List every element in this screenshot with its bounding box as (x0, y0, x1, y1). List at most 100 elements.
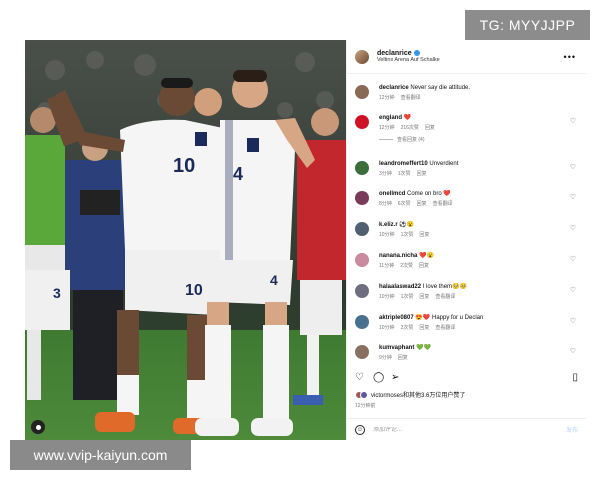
post-location[interactable]: Veltins Arena Auf Schalke (377, 57, 440, 63)
comment-avatar[interactable] (355, 284, 369, 298)
post-header: declanrice Veltins Arena Auf Schalke ••• (347, 40, 586, 74)
comment-time: 9分钟 (379, 355, 392, 361)
comment-text: 😍❤️ Happy for u Declan (415, 315, 484, 321)
comment-text: I love them🥺🥺 (422, 284, 467, 290)
likes-text[interactable]: victormoses和其他3.6万位用户赞了 (371, 390, 465, 399)
comment-avatar[interactable] (355, 345, 369, 359)
jersey-number-5: 3 (53, 285, 61, 301)
comment-time: 3分钟 (379, 171, 392, 177)
author-avatar[interactable] (355, 49, 369, 64)
jersey-number-2: 4 (233, 164, 243, 184)
comment-avatar[interactable] (355, 85, 369, 99)
heart-icon[interactable]: ♡ (570, 163, 576, 171)
more-options-button[interactable]: ••• (564, 52, 576, 62)
reply-button[interactable]: 回复 (425, 124, 435, 131)
comment-likes[interactable]: 216次赞 (401, 124, 419, 131)
comment-username[interactable]: leandromeffert10 (379, 161, 428, 167)
user-tag-icon[interactable] (31, 420, 45, 434)
comment-text: Come on bro ❤️ (407, 191, 451, 197)
comment-text: Unverdient (429, 161, 459, 167)
site-watermark: www.vvip-kaiyun.com (10, 440, 191, 470)
heart-icon[interactable]: ♡ (570, 117, 576, 125)
heart-icon[interactable]: ♡ (570, 347, 576, 355)
heart-icon[interactable]: ♡ (570, 255, 576, 263)
comment-time: 8分钟 (379, 201, 392, 207)
comment-row: k.eliz.r ⚽😮 10分钟 1次赞 回复 ♡ (355, 221, 578, 238)
comment-avatar[interactable] (355, 161, 369, 175)
comment-likes[interactable]: 1次赞 (401, 293, 414, 300)
comment-row: england ❤️ 12分钟 216次赞 回复 查看回复 (4) ♡ (355, 114, 578, 143)
comment-likes[interactable]: 6次赞 (398, 200, 411, 207)
reply-button[interactable]: 回复 (417, 170, 427, 177)
post-time: 12分钟前 (355, 403, 376, 409)
post-actions-bar: ♡ ◯ ➢ ▯ (355, 372, 578, 386)
likes-summary[interactable]: victormoses和其他3.6万位用户赞了 (355, 390, 578, 399)
comment-time: 12分钟 (379, 95, 395, 101)
comment-text: 💚💚 (416, 345, 431, 351)
comment-username[interactable]: onellmcd (379, 191, 405, 197)
comment-likes[interactable]: 1次赞 (401, 231, 414, 238)
translate-link[interactable]: 查看翻译 (435, 324, 455, 331)
emoji-icon[interactable]: ☺ (355, 424, 365, 435)
comment-likes[interactable]: 2次赞 (400, 262, 413, 269)
comment-username[interactable]: nanana.nicha (379, 253, 417, 259)
translate-link[interactable]: 查看翻译 (435, 293, 455, 300)
reply-button[interactable]: 回复 (398, 354, 408, 361)
comment-row: kumvaphant 💚💚 9分钟 回复 ♡ (355, 344, 578, 361)
jersey-number-1: 10 (173, 155, 195, 177)
verified-badge-icon (413, 50, 420, 57)
comment-icon[interactable]: ◯ (373, 372, 384, 384)
comment-avatar[interactable] (355, 191, 369, 205)
comment-text: ❤️😮 (419, 253, 434, 259)
comment-likes[interactable]: 1次赞 (398, 170, 411, 177)
comment-text: ❤️ (403, 115, 412, 121)
post-photo[interactable]: 3 10 10 4 4 (25, 40, 346, 440)
liker-avatar (360, 390, 368, 399)
comment-text: ⚽😮 (399, 222, 415, 228)
reply-button[interactable]: 回复 (419, 231, 429, 238)
players-celebration-image: 3 10 10 4 4 (25, 40, 346, 440)
comment-likes[interactable]: 2次赞 (401, 324, 414, 331)
view-replies-button[interactable]: 查看回复 (4) (379, 136, 578, 143)
comment-input[interactable] (373, 426, 566, 433)
instagram-post: 3 10 10 4 4 declanrice Veltins Arena Auf… (25, 40, 586, 440)
comment-username[interactable]: england (379, 115, 402, 121)
comment-row: onellmcd Come on bro ❤️ 8分钟 6次赞 回复 查看翻译 ♡ (355, 190, 578, 207)
comment-avatar[interactable] (355, 315, 369, 329)
send-icon[interactable]: ➢ (391, 372, 399, 384)
comment-time: 10分钟 (379, 325, 395, 331)
heart-icon[interactable]: ♡ (570, 193, 576, 201)
comment-username[interactable]: halaalaswad22 (379, 284, 421, 290)
comment-text: Never say die attitude. (410, 85, 471, 91)
heart-icon[interactable]: ♡ (355, 372, 364, 384)
translate-link[interactable]: 查看翻译 (401, 94, 421, 101)
jersey-number-4: 4 (270, 272, 278, 288)
comment-avatar[interactable] (355, 222, 369, 236)
comment-username[interactable]: declanrice (379, 85, 409, 91)
translate-link[interactable]: 查看翻译 (433, 200, 453, 207)
comment-avatar[interactable] (355, 115, 369, 129)
comment-username[interactable]: k.eliz.r (379, 222, 398, 228)
comment-time: 10分钟 (379, 294, 395, 300)
author-username[interactable]: declanrice (377, 50, 412, 58)
comment-time: 12分钟 (379, 125, 395, 131)
comments-list: declanrice Never say die attitude. 12分钟查… (347, 76, 586, 366)
heart-icon[interactable]: ♡ (570, 286, 576, 294)
bookmark-icon[interactable]: ▯ (572, 372, 578, 384)
page: 3 10 10 4 4 declanrice Veltins Arena Auf… (0, 0, 600, 480)
comment-row: halaalaswad22 I love them🥺🥺 10分钟 1次赞 回复 查看翻… (355, 283, 578, 300)
reply-button[interactable]: 回复 (417, 200, 427, 207)
comment-time: 10分钟 (379, 232, 395, 238)
caption-row: declanrice Never say die attitude. 12分钟查… (355, 84, 578, 101)
comment-username[interactable]: kumvaphant (379, 345, 414, 351)
comment-username[interactable]: aktriple0807 (379, 315, 414, 321)
heart-icon[interactable]: ♡ (570, 224, 576, 232)
jersey-number-3: 10 (185, 282, 203, 299)
post-comment-button[interactable]: 发布 (566, 425, 578, 434)
reply-button[interactable]: 回复 (419, 293, 429, 300)
heart-icon[interactable]: ♡ (570, 317, 576, 325)
reply-button[interactable]: 回复 (419, 324, 429, 331)
comment-time: 11分钟 (379, 263, 395, 269)
reply-button[interactable]: 回复 (419, 262, 429, 269)
comment-avatar[interactable] (355, 253, 369, 267)
